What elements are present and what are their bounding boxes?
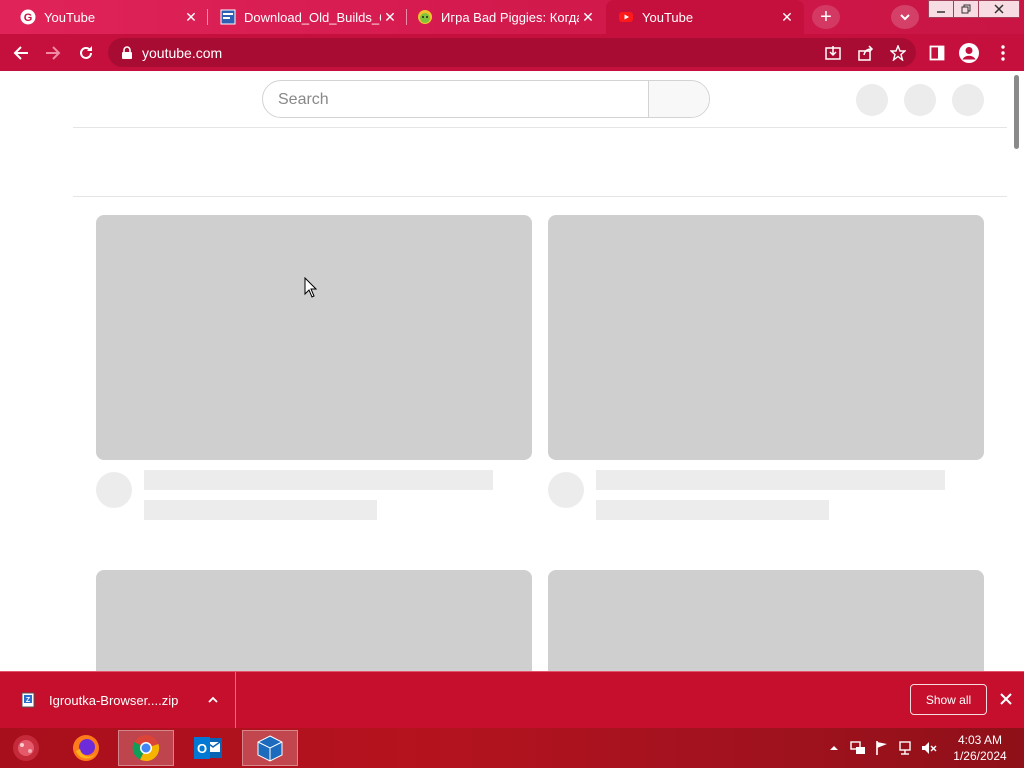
browser-toolbar: youtube.com (0, 34, 1024, 71)
side-panel-icon (929, 45, 945, 61)
start-orb-icon (13, 735, 39, 761)
restore-button[interactable] (953, 0, 979, 18)
tab-title: Игра Bad Piggies: Когда (441, 9, 579, 25)
video-thumbnail-placeholder[interactable] (548, 570, 984, 671)
svg-text:O: O (197, 741, 207, 756)
tab-strip: G YouTube ✕ Download_Old_Builds_6_ ✕ Игр… (0, 0, 1024, 34)
tab-download-old-builds[interactable]: Download_Old_Builds_6_ ✕ (208, 0, 407, 34)
download-item[interactable]: Z Igroutka-Browser....zip (0, 672, 236, 728)
search-box (262, 80, 710, 118)
svg-text:Z: Z (26, 697, 31, 704)
system-clock[interactable]: 4:03 AM 1/26/2024 (946, 732, 1014, 764)
new-tab-button[interactable]: + (812, 5, 840, 29)
reload-button[interactable] (73, 40, 99, 66)
install-app-icon[interactable] (824, 44, 842, 62)
tray-network-settings-icon[interactable] (850, 740, 866, 756)
chevron-up-icon (830, 746, 838, 750)
windows-taskbar: O 4:03 AM 1/26/2024 (0, 728, 1024, 768)
more-vertical-icon (1001, 45, 1005, 61)
channel-avatar-placeholder (96, 472, 132, 508)
chips-divider (73, 196, 1007, 197)
tab-bad-piggies[interactable]: Игра Bad Piggies: Когда ✕ (407, 0, 605, 34)
profile-button[interactable] (956, 40, 982, 66)
search-input[interactable] (263, 81, 666, 117)
start-button[interactable] (0, 730, 52, 766)
taskbar-chrome[interactable] (118, 730, 174, 766)
tab-search-button[interactable] (891, 5, 919, 29)
restore-icon (961, 4, 971, 14)
video-thumbnail-placeholder[interactable] (96, 570, 532, 671)
reload-icon (80, 46, 92, 59)
chevron-down-icon (900, 14, 910, 21)
bad-piggies-icon (417, 9, 433, 25)
video-meta-placeholder (144, 500, 377, 520)
chrome-icon (132, 735, 160, 762)
tab-youtube-active[interactable]: YouTube ✕ (606, 0, 804, 34)
tab-youtube-1[interactable]: G YouTube ✕ (0, 0, 208, 34)
header-icon-placeholder[interactable] (952, 84, 984, 116)
volume-muted-icon[interactable] (921, 740, 937, 756)
clock-time: 4:03 AM (957, 733, 1003, 747)
page-scrollbar[interactable] (1012, 71, 1024, 671)
share-icon[interactable] (857, 44, 875, 62)
google-g-icon: G (20, 9, 36, 25)
video-title-placeholder (596, 470, 945, 490)
minimize-icon (937, 11, 945, 13)
lock-icon[interactable] (120, 45, 134, 60)
header-icon-placeholder[interactable] (856, 84, 888, 116)
download-bar: Z Igroutka-Browser....zip Show all (0, 671, 1024, 728)
virtualbox-icon (257, 735, 283, 762)
mouse-cursor-icon (304, 277, 317, 298)
taskbar-outlook[interactable]: O (180, 730, 236, 766)
zip-file-icon: Z (20, 692, 36, 708)
document-icon (220, 9, 236, 25)
close-tab-icon[interactable]: ✕ (381, 8, 399, 26)
video-title-placeholder (144, 470, 493, 490)
search-button[interactable] (648, 81, 709, 117)
tab-title: YouTube (642, 9, 694, 25)
youtube-page (0, 71, 1024, 671)
show-hidden-icons[interactable] (826, 740, 842, 756)
video-thumbnail-placeholder[interactable] (548, 215, 984, 460)
side-panel-button[interactable] (924, 40, 950, 66)
video-meta-placeholder (596, 500, 829, 520)
close-window-button[interactable] (978, 0, 1020, 18)
network-icon[interactable] (898, 740, 914, 756)
header-divider (73, 127, 1007, 128)
taskbar-firefox[interactable] (58, 730, 114, 766)
forward-button[interactable] (40, 40, 66, 66)
arrow-right-icon (46, 46, 61, 60)
download-file-name: Igroutka-Browser....zip (49, 692, 179, 708)
menu-button[interactable] (990, 40, 1016, 66)
back-button[interactable] (8, 40, 34, 66)
firefox-icon (73, 735, 99, 761)
minimize-button[interactable] (928, 0, 954, 18)
chevron-up-icon[interactable] (204, 691, 222, 709)
header-icon-placeholder[interactable] (904, 84, 936, 116)
close-download-bar-icon[interactable] (997, 690, 1015, 708)
close-tab-icon[interactable]: ✕ (182, 8, 200, 26)
profile-avatar-icon (959, 43, 979, 63)
svg-text:G: G (24, 12, 33, 24)
close-tab-icon[interactable]: ✕ (579, 8, 597, 26)
outlook-icon: O (194, 737, 222, 759)
scrollbar-thumb[interactable] (1014, 75, 1019, 149)
show-all-button[interactable]: Show all (910, 684, 987, 715)
url-text[interactable]: youtube.com (142, 45, 222, 61)
tab-title: Download_Old_Builds_6_ (244, 9, 381, 25)
bookmark-star-icon[interactable] (889, 44, 907, 62)
channel-avatar-placeholder (548, 472, 584, 508)
action-center-flag-icon[interactable] (874, 740, 890, 756)
arrow-left-icon (13, 46, 28, 60)
youtube-icon (618, 9, 634, 25)
tab-title: YouTube (44, 9, 96, 25)
address-bar[interactable]: youtube.com (108, 38, 916, 67)
close-tab-icon[interactable]: ✕ (778, 8, 796, 26)
clock-date: 1/26/2024 (953, 749, 1007, 763)
close-icon (994, 4, 1004, 14)
video-thumbnail-placeholder[interactable] (96, 215, 532, 460)
taskbar-virtualbox[interactable] (242, 730, 298, 766)
